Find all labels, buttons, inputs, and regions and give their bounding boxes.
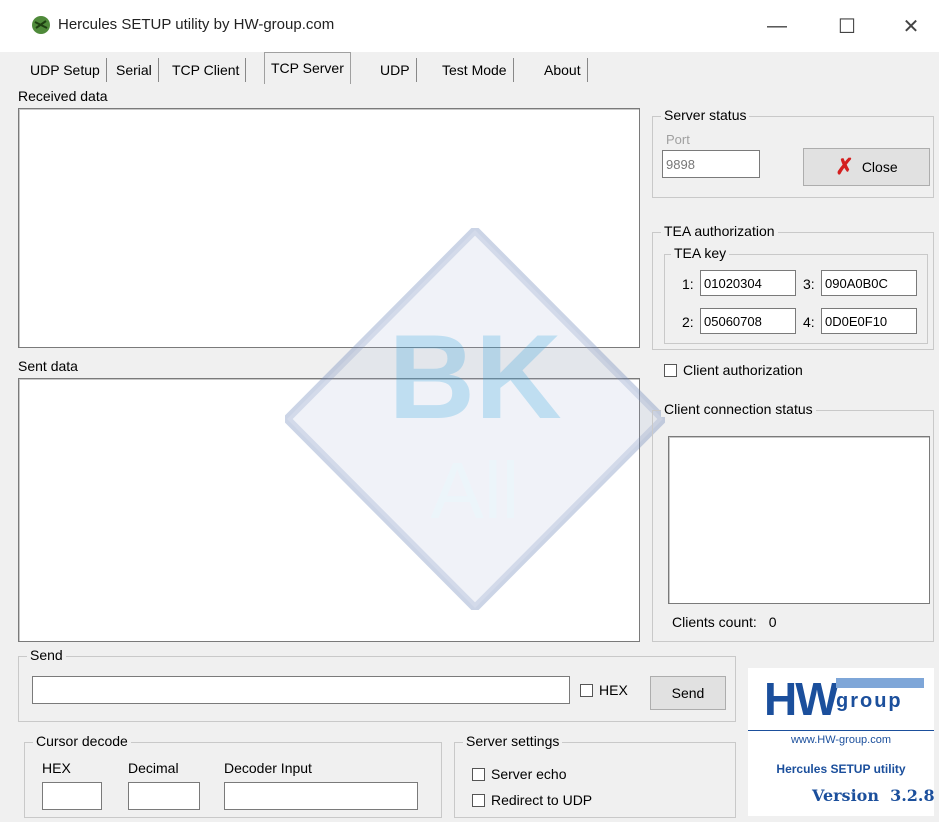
- redirect-udp-checkbox[interactable]: [472, 793, 485, 807]
- tea-key-1-input[interactable]: [700, 270, 796, 296]
- send-hex-label: HEX: [599, 682, 628, 698]
- tea-key-3-input[interactable]: [821, 270, 917, 296]
- server-settings-title: Server settings: [463, 733, 563, 749]
- minimize-icon: —: [767, 14, 787, 37]
- logo-bar: [836, 678, 924, 688]
- tab-tcp-client[interactable]: TCP Client: [166, 58, 247, 82]
- server-echo-checkbox[interactable]: [472, 767, 485, 781]
- tea-key-3-num: 3:: [803, 276, 815, 292]
- decode-decimal-label: Decimal: [128, 760, 179, 776]
- logo-group-text: group: [836, 690, 903, 712]
- tab-serial[interactable]: Serial: [110, 58, 159, 82]
- send-hex-checkbox[interactable]: [580, 683, 593, 697]
- cursor-decode-title: Cursor decode: [33, 733, 131, 749]
- hercules-app-icon: [32, 16, 50, 34]
- decoder-input-label: Decoder Input: [224, 760, 312, 776]
- tab-about[interactable]: About: [538, 58, 588, 82]
- clients-count: Clients count: 0: [672, 614, 777, 630]
- tea-key-4-input[interactable]: [821, 308, 917, 334]
- maximize-button[interactable]: ☐: [824, 8, 870, 44]
- redirect-udp-label: Redirect to UDP: [491, 792, 593, 808]
- tab-tcp-server[interactable]: TCP Server: [264, 52, 351, 84]
- close-icon: ✕: [902, 15, 920, 38]
- tab-test-mode[interactable]: Test Mode: [436, 58, 514, 82]
- tea-key-2-num: 2:: [682, 314, 694, 330]
- logo-version: Version 3.2.8: [812, 786, 935, 805]
- send-hex-row[interactable]: HEX: [580, 682, 628, 698]
- decoder-input-field[interactable]: [224, 782, 418, 810]
- maximize-icon: ☐: [838, 15, 856, 38]
- client-authorization-label: Client authorization: [683, 362, 803, 378]
- tea-key-4-num: 4:: [803, 314, 815, 330]
- decode-hex-field[interactable]: [42, 782, 102, 810]
- received-data-label: Received data: [18, 88, 108, 104]
- hw-group-logo: HW group www.HW-group.com Hercules SETUP…: [748, 668, 935, 816]
- server-echo-row[interactable]: Server echo: [472, 766, 566, 782]
- server-echo-label: Server echo: [491, 766, 567, 782]
- close-window-button[interactable]: ✕: [888, 8, 934, 44]
- sent-data-label: Sent data: [18, 358, 78, 374]
- logo-letter-h: H: [764, 673, 797, 725]
- logo-divider: [748, 730, 934, 731]
- server-status-title: Server status: [661, 107, 750, 123]
- clients-count-label: Clients count:: [672, 614, 757, 630]
- close-server-label: Close: [861, 159, 898, 175]
- decode-decimal-field[interactable]: [128, 782, 200, 810]
- close-server-button[interactable]: ✗ Close: [803, 148, 930, 186]
- logo-product: Hercules SETUP utility: [776, 762, 906, 776]
- tea-key-2-input[interactable]: [700, 308, 796, 334]
- send-input[interactable]: [32, 676, 570, 704]
- tea-key-title: TEA key: [671, 245, 730, 261]
- send-button[interactable]: Send: [650, 676, 726, 710]
- decode-hex-label: HEX: [42, 760, 71, 776]
- logo-url: www.HW-group.com: [790, 734, 892, 746]
- tab-udp[interactable]: UDP: [374, 58, 417, 82]
- clients-count-value: 0: [768, 614, 777, 630]
- logo-letter-w: W: [795, 673, 838, 725]
- tea-key-1-num: 1:: [682, 276, 694, 292]
- port-input[interactable]: [662, 150, 760, 178]
- sent-data-area[interactable]: [18, 378, 640, 642]
- port-label: Port: [666, 132, 690, 147]
- client-connection-list[interactable]: [668, 436, 930, 604]
- client-authorization-checkbox[interactable]: [664, 363, 677, 377]
- close-x-icon: ✗: [835, 154, 854, 179]
- send-group-title: Send: [27, 647, 66, 663]
- tea-authorization-title: TEA authorization: [661, 223, 778, 239]
- window-title: Hercules SETUP utility by HW-group.com: [58, 16, 335, 33]
- logo-hw-letters: HW: [764, 672, 839, 726]
- received-data-area[interactable]: [18, 108, 640, 348]
- redirect-udp-row[interactable]: Redirect to UDP: [472, 792, 592, 808]
- client-authorization-row[interactable]: Client authorization: [664, 362, 803, 378]
- minimize-button[interactable]: —: [754, 8, 800, 44]
- client-connection-title: Client connection status: [661, 401, 816, 417]
- tab-udp-setup[interactable]: UDP Setup: [24, 58, 107, 82]
